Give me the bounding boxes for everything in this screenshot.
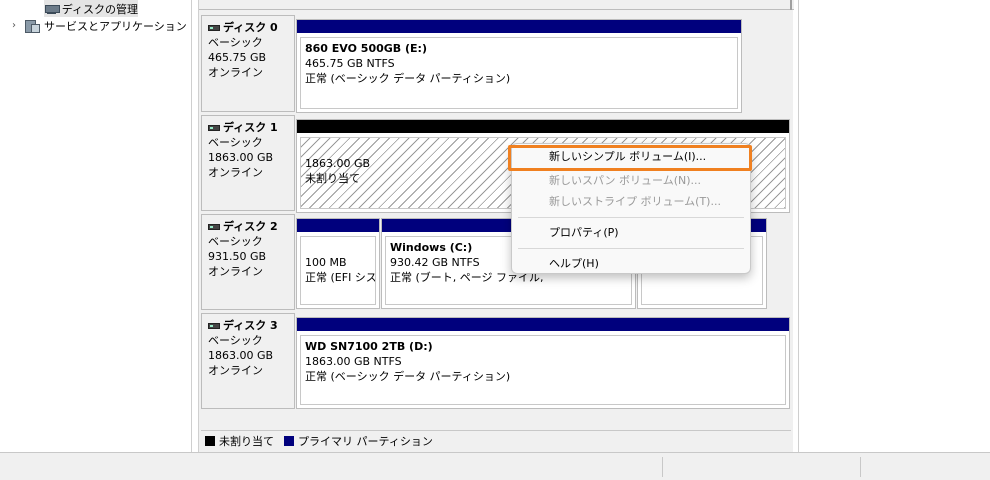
disk-icon — [208, 124, 220, 131]
status-bar-divider — [860, 457, 861, 477]
disk-status: オンライン — [208, 166, 263, 179]
disk-info-3[interactable]: ディスク 3 ベーシック 1863.00 GB オンライン — [201, 313, 295, 409]
services-icon — [24, 19, 40, 33]
disk-icon — [208, 322, 220, 329]
disk-type: ベーシック — [208, 136, 263, 149]
volume-name: WD SN7100 2TB (D:) — [305, 340, 433, 353]
scroll-edge — [790, 0, 792, 10]
disk-icon — [208, 223, 220, 230]
legend-primary: プライマリ パーティション — [284, 433, 433, 449]
menu-separator — [518, 217, 744, 218]
partition-bar — [297, 318, 789, 331]
disk-type: ベーシック — [208, 36, 263, 49]
partition-e[interactable]: 860 EVO 500GB (E:) 465.75 GB NTFS 正常 (ベー… — [296, 19, 742, 113]
actions-pane — [798, 0, 990, 452]
partition-bar — [297, 20, 741, 33]
disk-size: 1863.00 GB — [208, 151, 274, 164]
menu-item-properties[interactable]: プロパティ(P) — [512, 221, 750, 245]
disk-name-text: ディスク 1 — [223, 121, 278, 134]
disk-info-2[interactable]: ディスク 2 ベーシック 931.50 GB オンライン — [201, 214, 295, 310]
tree-item-disk-management[interactable]: ディスクの管理 — [44, 0, 138, 17]
status-bar — [0, 452, 990, 480]
chevron-right-icon[interactable]: › — [8, 20, 20, 31]
partition-body: WD SN7100 2TB (D:) 1863.00 GB NTFS 正常 (ベ… — [300, 335, 786, 405]
disk-name: ディスク 1 — [208, 120, 288, 135]
disk-name: ディスク 3 — [208, 318, 288, 333]
context-menu: 新しいシンプル ボリューム(I)... 新しいスパン ボリューム(N)... 新… — [508, 143, 752, 276]
disk-size: 1863.00 GB — [208, 349, 274, 362]
volume-status: 正常 (ベーシック データ パーティション) — [305, 72, 511, 85]
volume-name: 860 EVO 500GB (E:) — [305, 42, 427, 55]
tree-item-disk-management-label: ディスクの管理 — [61, 2, 138, 16]
tree-item-services-and-applications[interactable]: › サービスとアプリケーション — [8, 17, 187, 34]
partition-bar — [297, 219, 379, 232]
navigation-tree: ディスクの管理 › サービスとアプリケーション — [0, 0, 192, 452]
volume-name — [305, 240, 371, 255]
disk-size: 465.75 GB — [208, 51, 267, 64]
volume-size: 100 MB — [305, 256, 347, 269]
partition-body: 860 EVO 500GB (E:) 465.75 GB NTFS 正常 (ベー… — [300, 37, 738, 109]
disk-name: ディスク 2 — [208, 219, 288, 234]
legend-label: プライマリ パーティション — [298, 434, 433, 448]
volume-status: 正常 (EFI シス — [305, 271, 376, 284]
disk-type: ベーシック — [208, 235, 263, 248]
legend-label: 未割り当て — [219, 434, 274, 448]
disk-name: ディスク 0 — [208, 20, 288, 35]
disk-type: ベーシック — [208, 334, 263, 347]
disk-name-text: ディスク 3 — [223, 319, 278, 332]
legend: 未割り当て プライマリ パーティション — [201, 430, 791, 450]
legend-swatch-primary — [284, 435, 294, 446]
disk-status: オンライン — [208, 265, 263, 278]
top-strip — [199, 0, 794, 10]
disk-info-0[interactable]: ディスク 0 ベーシック 465.75 GB オンライン — [201, 15, 295, 112]
unallocated-bar — [297, 120, 789, 133]
disk-management-icon — [44, 2, 60, 16]
menu-item-new-striped-volume[interactable]: 新しいストライプ ボリューム(T)... — [512, 190, 750, 214]
disk-row-3: ディスク 3 ベーシック 1863.00 GB オンライン WD SN7100 … — [199, 313, 791, 409]
partition-d[interactable]: WD SN7100 2TB (D:) 1863.00 GB NTFS 正常 (ベ… — [296, 317, 790, 409]
menu-separator — [518, 248, 744, 249]
tree-item-services-label: サービスとアプリケーション — [44, 19, 187, 33]
volume-size: 465.75 GB NTFS — [305, 57, 395, 70]
legend-unallocated: 未割り当て — [205, 433, 274, 449]
disk-name-text: ディスク 2 — [223, 220, 278, 233]
disk-icon — [208, 24, 220, 31]
disk-size: 931.50 GB — [208, 250, 267, 263]
disk-row-0: ディスク 0 ベーシック 465.75 GB オンライン 860 EVO 500… — [199, 15, 791, 113]
status-bar-divider — [662, 457, 663, 477]
volume-status: 正常 (ベーシック データ パーティション) — [305, 370, 511, 383]
menu-item-new-simple-volume[interactable]: 新しいシンプル ボリューム(I)... — [508, 145, 752, 171]
legend-swatch-unallocated — [205, 435, 215, 446]
menu-item-help[interactable]: ヘルプ(H) — [512, 252, 750, 276]
disk-name-text: ディスク 0 — [223, 21, 278, 34]
partition-efi[interactable]: 100 MB 正常 (EFI シス — [296, 218, 380, 309]
partition-body: 100 MB 正常 (EFI シス — [300, 236, 376, 305]
disk-status: オンライン — [208, 66, 263, 79]
volume-size: 1863.00 GB NTFS — [305, 355, 402, 368]
disk-info-1[interactable]: ディスク 1 ベーシック 1863.00 GB オンライン — [201, 115, 295, 211]
disk-status: オンライン — [208, 364, 263, 377]
